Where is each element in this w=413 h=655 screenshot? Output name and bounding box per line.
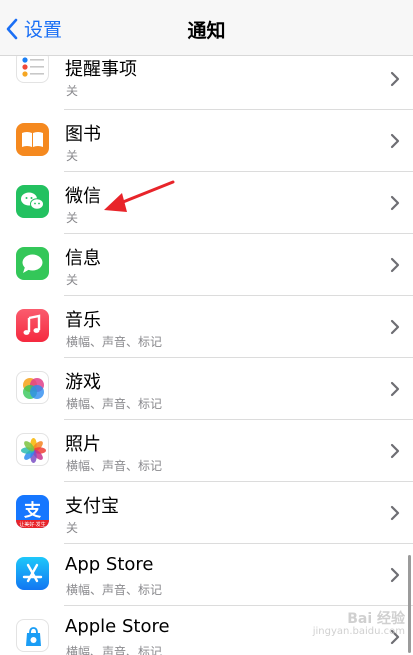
- list-item-photos[interactable]: 照片 横幅、声音、标记: [0, 420, 413, 482]
- navigation-bar: 设置 通知: [0, 0, 413, 56]
- apple-store-icon: [16, 619, 49, 652]
- wechat-icon: [16, 185, 49, 218]
- chevron-right-icon: [390, 257, 400, 273]
- app-name: 音乐: [65, 310, 101, 331]
- chevron-right-icon: [390, 195, 400, 211]
- notification-status: 关: [66, 149, 79, 163]
- notification-status: 横幅、声音、标记: [66, 335, 163, 349]
- notification-status: 关: [66, 84, 79, 98]
- app-name: Apple Store: [65, 616, 170, 637]
- alipay-badge-text: 让美好·发生: [19, 521, 46, 528]
- notification-status: 横幅、声音、标记: [66, 583, 163, 597]
- notification-status: 横幅、声音、标记: [66, 645, 163, 655]
- svg-text:支: 支: [24, 500, 42, 521]
- notification-status: 横幅、声音、标记: [66, 459, 163, 473]
- chevron-right-icon: [390, 443, 400, 459]
- app-name: 支付宝: [65, 496, 119, 517]
- alipay-icon: 支 让美好·发生: [16, 495, 49, 528]
- list-item-messages[interactable]: 信息 关: [0, 234, 413, 296]
- list-item-wechat[interactable]: 微信 关: [0, 172, 413, 234]
- photos-icon: [16, 433, 49, 466]
- app-name: 游戏: [65, 372, 101, 393]
- watermark-text: Bai 经验: [347, 610, 405, 627]
- app-name: 图书: [65, 124, 101, 145]
- app-name: App Store: [65, 554, 154, 575]
- books-icon: [16, 123, 49, 156]
- watermark-url: jingyan.baidu.com: [312, 625, 405, 637]
- list-item-books[interactable]: 图书 关: [0, 110, 413, 172]
- app-name: 信息: [65, 248, 101, 269]
- list-item-alipay[interactable]: 支 让美好·发生 支付宝 关: [0, 482, 413, 544]
- app-store-icon: [16, 557, 49, 590]
- chevron-right-icon: [390, 505, 400, 521]
- chevron-right-icon: [390, 381, 400, 397]
- scrollbar[interactable]: [408, 555, 411, 653]
- list-item-reminders[interactable]: 提醒事项 关: [0, 50, 413, 110]
- page-title: 通知: [187, 20, 226, 42]
- music-icon: [16, 309, 49, 342]
- messages-icon: [16, 247, 49, 280]
- notification-status: 横幅、声音、标记: [66, 397, 163, 411]
- list-item-game-center[interactable]: 游戏 横幅、声音、标记: [0, 358, 413, 420]
- chevron-right-icon: [390, 133, 400, 149]
- notification-status: 关: [66, 211, 79, 225]
- chevron-right-icon: [390, 567, 400, 583]
- list-item-app-store[interactable]: App Store 横幅、声音、标记: [0, 544, 413, 606]
- notification-app-list: 提醒事项 关 图书 关 微信 关 信息 关 音乐 横幅、声音、标记 游戏 横幅、…: [0, 50, 413, 655]
- notification-status: 关: [66, 273, 79, 287]
- chevron-right-icon: [390, 319, 400, 335]
- watermark: Bai 经验 jingyan.baidu.com: [312, 610, 405, 637]
- notification-status: 关: [66, 521, 79, 535]
- app-name: 提醒事项: [65, 59, 137, 80]
- chevron-right-icon: [390, 71, 400, 87]
- app-name: 照片: [65, 434, 101, 455]
- list-item-music[interactable]: 音乐 横幅、声音、标记: [0, 296, 413, 358]
- app-name: 微信: [65, 186, 101, 207]
- game-center-icon: [16, 371, 49, 404]
